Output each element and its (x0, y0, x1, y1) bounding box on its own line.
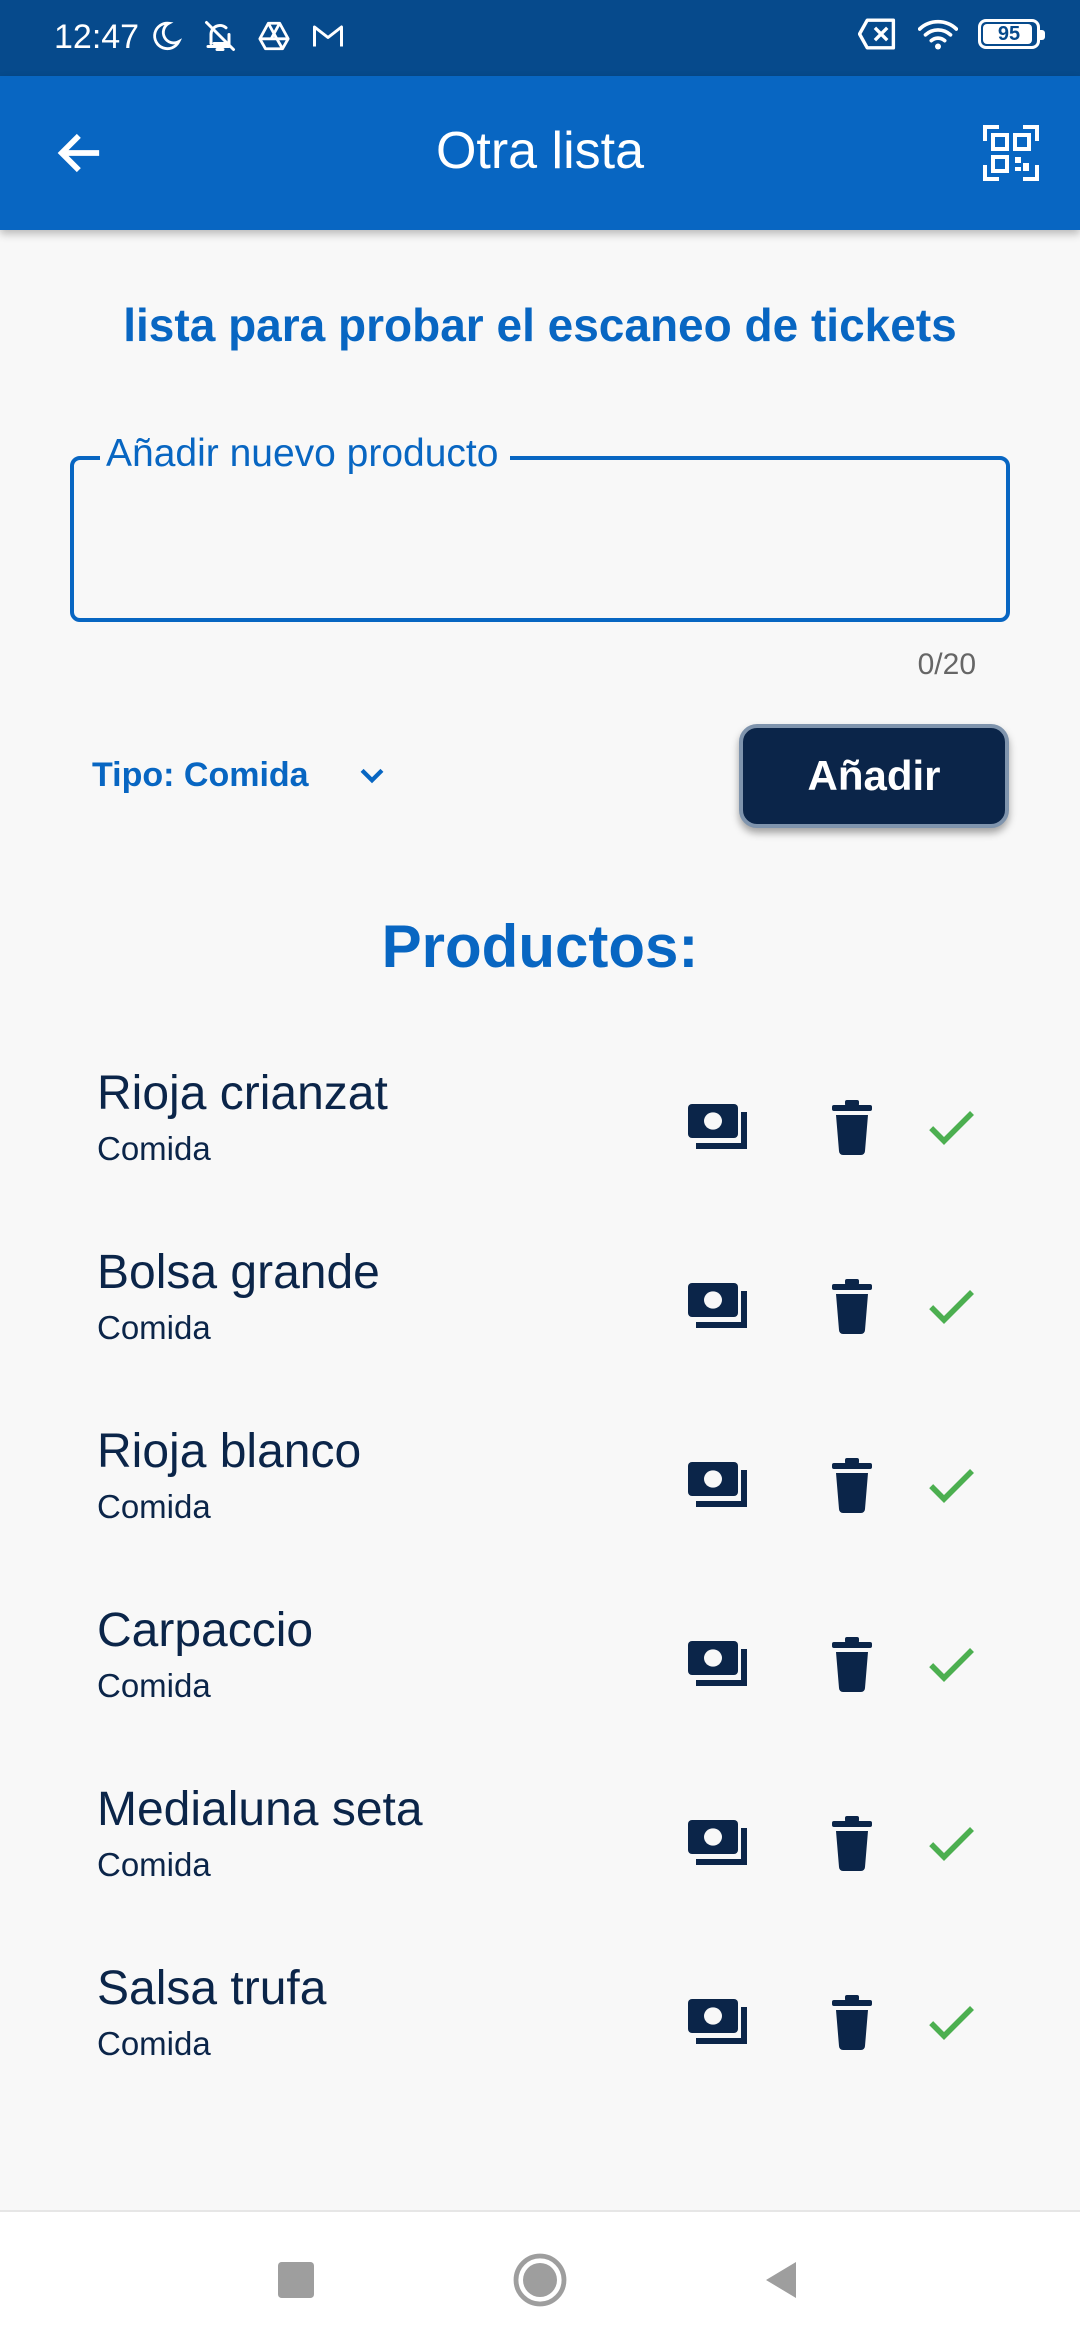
product-type: Comida (97, 1667, 211, 1704)
recents-button[interactable] (256, 2240, 336, 2320)
drive-icon (254, 16, 294, 56)
add-button[interactable]: Añadir (739, 724, 1009, 828)
status-system-icons: 95 (858, 14, 1045, 54)
price-button[interactable] (684, 1092, 754, 1162)
delete-button[interactable] (817, 1092, 887, 1162)
product-type: Comida (97, 1846, 211, 1883)
trash-icon (832, 1458, 872, 1513)
delete-button[interactable] (817, 1271, 887, 1341)
check-icon (929, 1827, 974, 1861)
product-row: Carpaccio Comida (0, 1577, 1080, 1756)
status-bar: 12:47 95 (0, 0, 1080, 76)
type-selected-value: Tipo: Comida (92, 756, 309, 794)
battery-icon: 95 (978, 19, 1045, 49)
character-counter: 0/20 (917, 648, 976, 681)
check-icon (929, 1469, 974, 1503)
mark-bought-button[interactable] (916, 1808, 986, 1878)
check-icon (929, 1648, 974, 1682)
cash-icon (688, 1283, 747, 1328)
product-row: Rioja crianzat Comida (0, 1040, 1080, 1219)
check-icon (929, 1111, 974, 1145)
product-name: Salsa trufa (97, 1962, 327, 2015)
sim-off-icon (858, 14, 898, 54)
status-notification-icons (146, 16, 348, 56)
product-type: Comida (97, 1130, 211, 1167)
page-title: Otra lista (435, 122, 645, 180)
new-product-label: Añadir nuevo producto (100, 432, 511, 476)
home-circle-icon (513, 2253, 567, 2307)
cash-icon (688, 1641, 747, 1686)
product-type: Comida (97, 1488, 211, 1525)
product-row: Salsa trufa Comida (0, 1935, 1080, 2114)
type-dropdown[interactable]: Tipo: Comida (92, 756, 389, 795)
trash-icon (832, 1100, 872, 1155)
delete-button[interactable] (817, 1808, 887, 1878)
product-row: Bolsa grande Comida (0, 1219, 1080, 1398)
home-button[interactable] (500, 2240, 580, 2320)
back-nav-button[interactable] (742, 2240, 822, 2320)
product-name: Medialuna seta (97, 1783, 423, 1836)
list-description: lista para probar el escaneo de tickets (123, 299, 957, 351)
moon-icon (146, 16, 186, 56)
battery-percentage: 95 (997, 22, 1021, 45)
cash-icon (688, 1104, 747, 1149)
delete-button[interactable] (817, 1450, 887, 1520)
product-name: Rioja blanco (97, 1425, 362, 1478)
price-button[interactable] (684, 1987, 754, 2057)
price-button[interactable] (684, 1450, 754, 1520)
chevron-down-icon (360, 768, 384, 783)
check-icon (929, 1290, 974, 1324)
qr-scan-button[interactable] (976, 118, 1046, 188)
products-heading: Productos: (381, 913, 699, 980)
mark-bought-button[interactable] (916, 1092, 986, 1162)
wifi-icon (918, 14, 958, 54)
product-name: Carpaccio (97, 1604, 314, 1657)
new-product-field[interactable]: Añadir nuevo producto (70, 432, 1010, 622)
product-name: Bolsa grande (97, 1246, 380, 1299)
cash-icon (688, 1820, 747, 1865)
price-button[interactable] (684, 1629, 754, 1699)
product-name: Rioja crianzat (97, 1067, 388, 1120)
mark-bought-button[interactable] (916, 1271, 986, 1341)
check-icon (929, 2006, 974, 2040)
app-bar: Otra lista (0, 76, 1080, 230)
product-list: Rioja crianzat Comida Bolsa grande Comid… (0, 1040, 1080, 2114)
product-row: Medialuna seta Comida (0, 1756, 1080, 1935)
new-product-input[interactable] (94, 500, 986, 572)
mark-bought-button[interactable] (916, 1450, 986, 1520)
trash-icon (832, 1995, 872, 2050)
cash-icon (688, 1999, 747, 2044)
trash-icon (832, 1637, 872, 1692)
trash-icon (832, 1279, 872, 1334)
system-nav-bar (0, 2210, 1080, 2342)
gmail-icon (308, 16, 348, 56)
mark-bought-button[interactable] (916, 1629, 986, 1699)
product-row: Rioja blanco Comida (0, 1398, 1080, 1577)
status-time: 12:47 (54, 18, 140, 56)
cash-icon (688, 1462, 747, 1507)
product-type: Comida (97, 2025, 211, 2062)
back-triangle-icon (766, 2262, 796, 2298)
delete-button[interactable] (817, 1987, 887, 2057)
delete-button[interactable] (817, 1629, 887, 1699)
price-button[interactable] (684, 1808, 754, 1878)
qr-scan-icon (983, 125, 1039, 181)
product-type: Comida (97, 1309, 211, 1346)
price-button[interactable] (684, 1271, 754, 1341)
recents-square-icon (278, 2262, 314, 2298)
bell-off-icon (200, 16, 240, 56)
trash-icon (832, 1816, 872, 1871)
mark-bought-button[interactable] (916, 1987, 986, 2057)
